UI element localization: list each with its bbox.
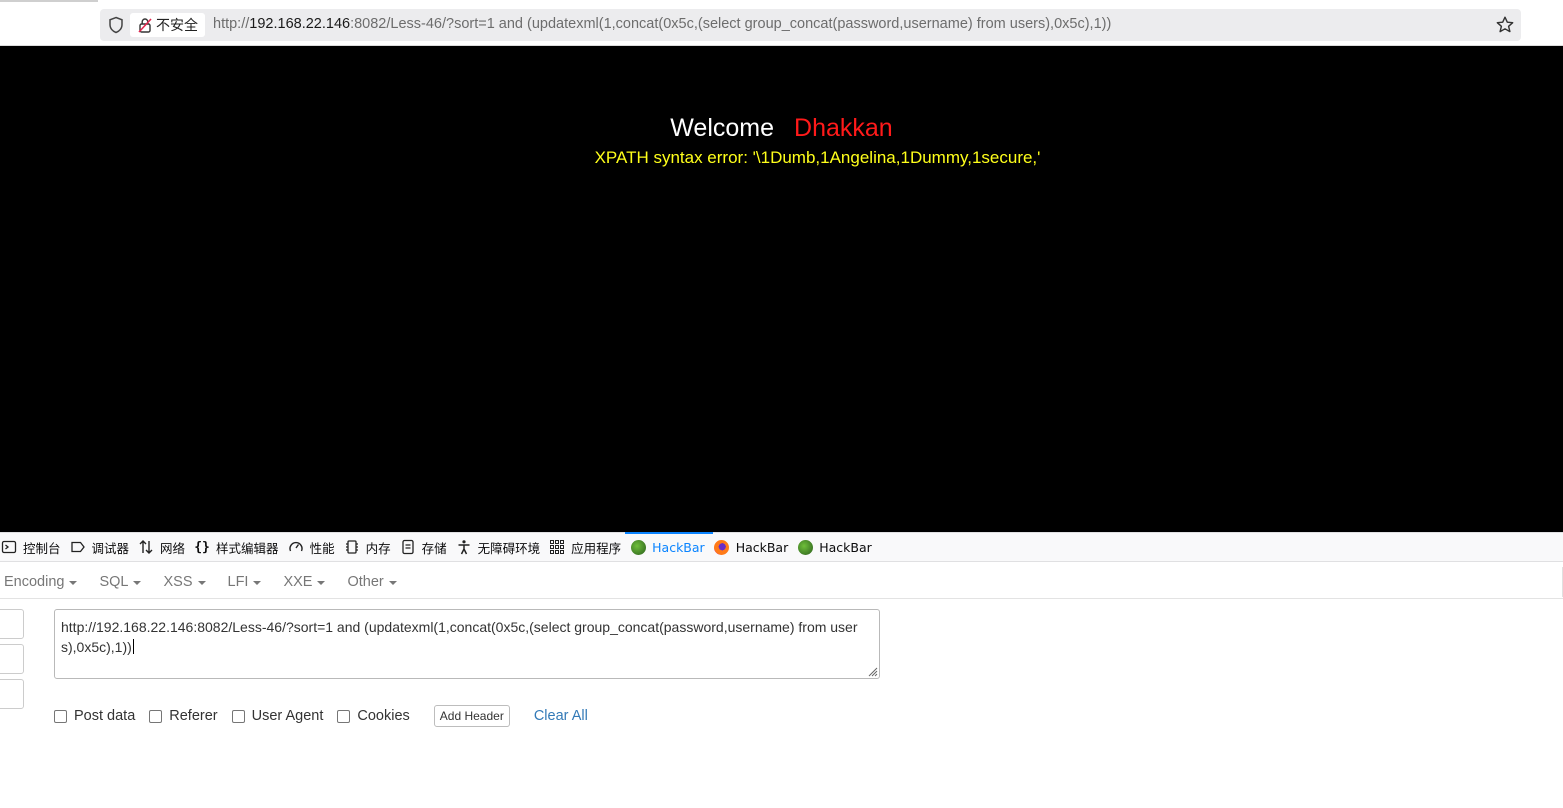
tab-label: HackBar [735,539,789,555]
tab-hackbar-3[interactable]: HackBar [796,533,880,562]
menu-xxe[interactable]: XXE [283,573,326,590]
checkbox-box[interactable] [231,709,245,723]
hackbar-url-textarea[interactable]: http://192.168.22.146:8082/Less-46/?sort… [54,609,880,679]
menu-label: Encoding [4,573,65,590]
checkbox-box[interactable] [337,709,351,723]
tracking-protection-shield-icon[interactable] [108,16,124,34]
welcome-name: Dhakkan [794,114,893,142]
tab-strip-edge [0,0,98,2]
text-cursor [132,639,134,654]
memory-icon [343,538,361,556]
resize-handle-icon[interactable] [866,665,878,677]
tab-label: 调试器 [91,540,130,556]
hackbar-menu: Encoding SQL XSS LFI XXE Other [0,565,1563,599]
style-editor-icon: {} [194,539,210,555]
menu-label: XSS [163,573,193,590]
caret-down-icon [133,580,142,585]
insecure-lock-icon [138,18,152,33]
devtools-tab-bar: 控制台 调试器 网络 {} 样式编辑器 性能 内存 存储 无障碍环境 应用程序 … [0,531,1563,562]
caret-down-icon [388,580,397,585]
checkbox-label: Referer [169,708,218,724]
browser-toolbar: 不安全 http://192.168.22.146:8082/Less-46/?… [0,0,1563,76]
storage-icon [399,538,417,556]
welcome-line: Welcome Dhakkan [0,114,1563,143]
checkbox-box[interactable] [149,709,163,723]
checkbox-label: Post data [74,708,136,724]
network-icon [137,538,155,556]
console-icon [0,538,18,556]
menu-lfi[interactable]: LFI [228,574,262,590]
caret-down-icon [253,580,262,585]
menu-label: LFI [227,573,249,590]
url-textarea-value: http://192.168.22.146:8082/Less-46/?sort… [61,619,858,655]
hackbar-green-icon [629,538,647,556]
tab-debugger[interactable]: 调试器 [69,533,138,562]
tab-label: 网络 [160,540,186,556]
menu-sql[interactable]: SQL [99,573,142,590]
tab-label: 存储 [421,540,447,556]
tab-network[interactable]: 网络 [137,533,193,562]
checkbox-box[interactable] [54,709,67,723]
tab-storage[interactable]: 存储 [399,533,455,562]
tab-style-editor[interactable]: {} 样式编辑器 [193,533,287,562]
page-viewport: Welcome Dhakkan XPATH syntax error: '\1Du… [0,46,1563,532]
tab-label: HackBar [819,539,872,555]
clear-all-link[interactable]: Clear All [534,708,588,724]
url-rest: :8082/Less-46/?sort=1 and (updatexml(1,c… [350,16,1112,32]
menu-label: Other [347,573,384,590]
load-url-button[interactable] [0,609,24,639]
tab-label: 应用程序 [571,540,622,556]
accessibility-icon [455,538,473,556]
caret-down-icon [69,580,78,585]
debugger-icon [69,538,87,556]
checkbox-label: Cookies [357,708,410,724]
url-prefix: http:// [213,16,250,32]
welcome-text: Welcome [670,114,775,142]
tab-hackbar-1[interactable]: HackBar [625,531,713,562]
tab-label: HackBar [652,539,705,555]
caret-down-icon [197,580,206,585]
user-agent-checkbox[interactable]: User Agent [231,708,324,724]
url-text[interactable]: http://192.168.22.146:8082/Less-46/?sort… [213,16,1111,32]
tab-label: 样式编辑器 [216,540,279,556]
tab-memory[interactable]: 内存 [343,533,399,562]
referer-checkbox[interactable]: Referer [149,708,218,724]
xpath-error-message: XPATH syntax error: '\1Dumb,1Angelina,1D… [594,148,1041,167]
tab-performance[interactable]: 性能 [287,533,343,562]
cookies-checkbox[interactable]: Cookies [337,708,410,724]
hackbar-firefox-icon [713,538,731,556]
tab-application[interactable]: 应用程序 [548,533,629,562]
hackbar-green-icon [796,538,814,556]
tab-label: 无障碍环境 [477,540,541,556]
application-icon [548,538,566,556]
url-host: 192.168.22.146 [249,16,351,32]
tab-console[interactable]: 控制台 [0,533,69,562]
menu-label: XXE [283,573,313,590]
tab-label: 性能 [309,540,335,556]
tab-label: 内存 [365,540,391,556]
menu-label: SQL [99,573,129,590]
menu-encoding[interactable]: Encoding [4,573,78,590]
execute-button[interactable] [0,679,24,709]
performance-icon [287,538,305,556]
checkbox-label: User Agent [251,708,324,724]
post-data-checkbox[interactable]: Post data [54,708,135,724]
menu-other[interactable]: Other [347,573,397,590]
caret-down-icon [317,580,326,585]
tab-label: 控制台 [23,540,61,556]
tab-accessibility[interactable]: 无障碍环境 [455,533,549,562]
tab-hackbar-2[interactable]: HackBar [713,533,797,562]
insecure-label: 不安全 [156,18,198,34]
hackbar-options: Post data Referer User Agent Cookies Add… [54,704,588,728]
add-header-button[interactable]: Add Header [433,705,510,727]
split-url-button[interactable] [0,644,24,674]
insecure-connection-indicator[interactable]: 不安全 [130,13,205,37]
bookmark-star-icon[interactable] [1495,15,1515,35]
menu-xss[interactable]: XSS [163,573,206,590]
address-bar[interactable]: 不安全 http://192.168.22.146:8082/Less-46/?… [100,9,1521,41]
